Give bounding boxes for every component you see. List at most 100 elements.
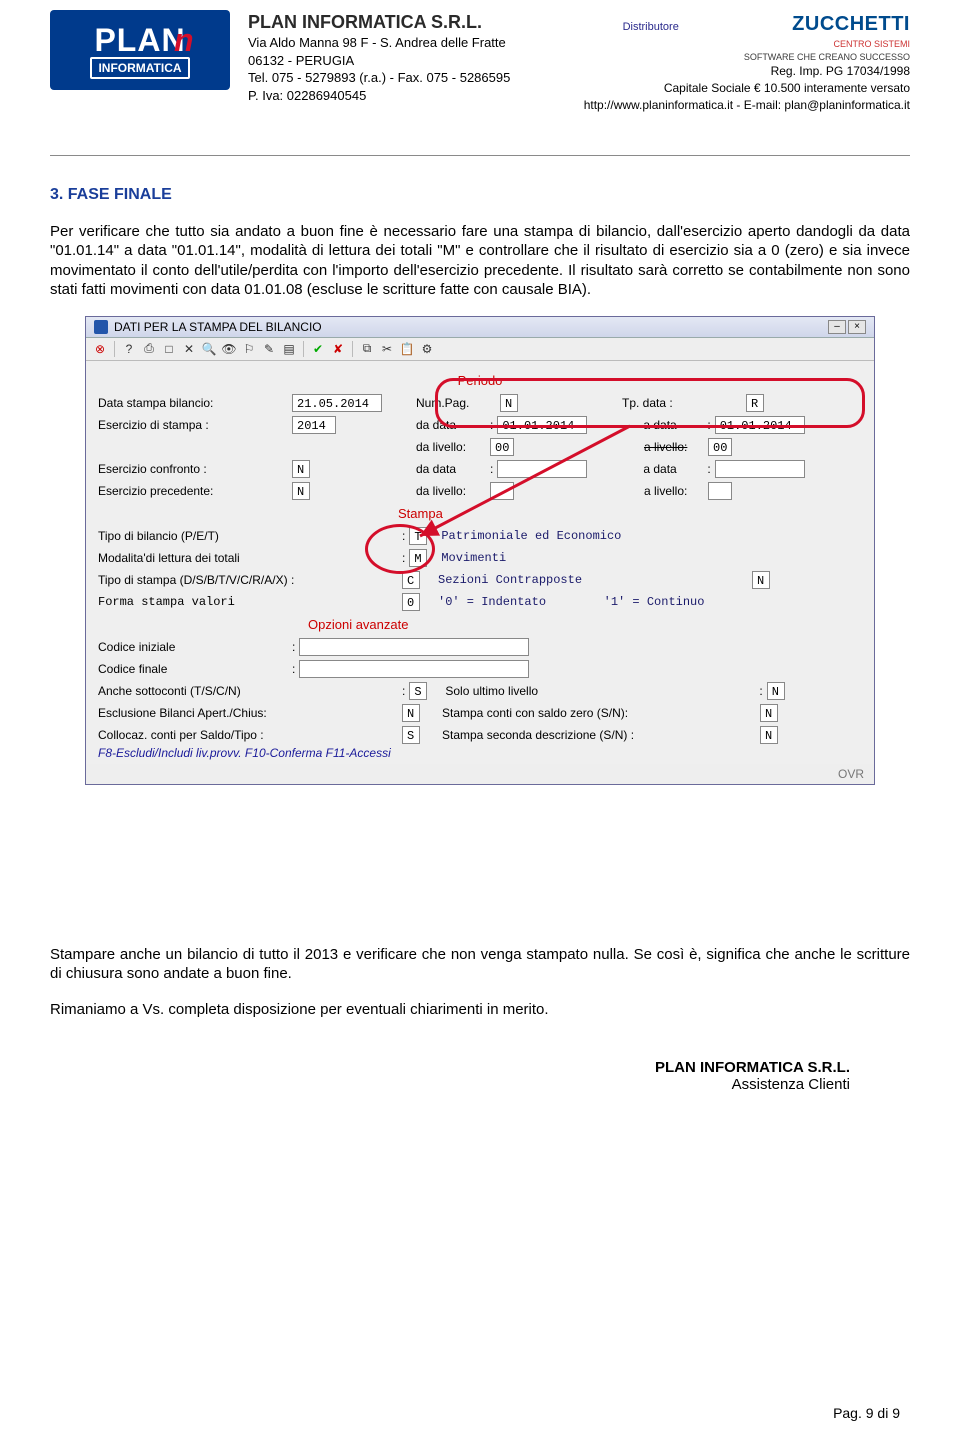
field-dadata2[interactable]	[497, 460, 587, 478]
field-esclusione-n[interactable]: N	[760, 704, 778, 722]
field-sottoconti-n[interactable]: N	[767, 682, 785, 700]
toolbar-help-icon[interactable]: ?	[121, 341, 137, 357]
field-tipo-stampa-n[interactable]: N	[752, 571, 770, 589]
field-alivello[interactable]: 00	[708, 438, 732, 456]
reg-imp: Reg. Imp. PG 17034/1998	[584, 63, 910, 80]
partner-sub2: SOFTWARE CHE CREANO SUCCESSO	[584, 51, 910, 64]
field-dalivello[interactable]: 00	[490, 438, 514, 456]
toolbar-print-icon[interactable]: ⎙	[141, 341, 157, 357]
company-logo: n PLAN INFORMATICA	[50, 10, 230, 90]
paragraph-2: Stampare anche un bilancio di tutto il 2…	[50, 945, 910, 984]
field-tpdata[interactable]: R	[746, 394, 764, 412]
toolbar-copy-icon[interactable]: ⧉	[359, 341, 375, 357]
field-collocaz[interactable]: S	[402, 726, 420, 744]
field-dalivello2[interactable]	[490, 482, 514, 500]
label-adata2: a data	[643, 462, 703, 476]
toolbar-paste-icon[interactable]: 📋	[399, 341, 415, 357]
label-numpag: Num.Pag.	[416, 396, 496, 410]
distributore-label: Distributore	[623, 20, 679, 35]
signature-company: PLAN INFORMATICA S.R.L.	[50, 1059, 850, 1076]
company-name: PLAN INFORMATICA S.R.L.	[248, 10, 584, 34]
field-numpag[interactable]: N	[500, 394, 518, 412]
section-title: 3. FASE FINALE	[50, 186, 910, 204]
company-piva: P. Iva: 02286940545	[248, 87, 584, 105]
field-alivello2[interactable]	[708, 482, 732, 500]
field-adata[interactable]: 01.01.2014	[715, 416, 805, 434]
company-address-2: 06132 - PERUGIA	[248, 52, 584, 70]
field-codice-finale[interactable]	[299, 660, 529, 678]
label-tipo-stampa: Tipo di stampa (D/S/B/T/V/C/R/A/X) :	[98, 573, 398, 587]
toolbar-close-icon[interactable]: ⊗	[92, 341, 108, 357]
desc-esclusione: Stampa conti con saldo zero (S/N):	[442, 706, 756, 720]
logo-swoosh-icon: n	[174, 22, 216, 64]
toolbar-note-icon[interactable]: ▤	[281, 341, 297, 357]
letterhead: n PLAN INFORMATICA PLAN INFORMATICA S.R.…	[50, 10, 910, 115]
toolbar-search-icon[interactable]: 🔍	[201, 341, 217, 357]
header-right: Distributore ZUCCHETTI CENTRO SISTEMI SO…	[584, 10, 910, 114]
company-address-1: Via Aldo Manna 98 F - S. Andrea delle Fr…	[248, 34, 584, 52]
label-tipo-bilancio: Tipo di bilancio (P/E/T)	[98, 529, 398, 543]
partner-logo: ZUCCHETTI	[792, 13, 910, 35]
screenshot-wrapper: DATI PER LA STAMPA DEL BILANCIO – × ⊗ ? …	[50, 316, 910, 785]
function-keys-hint: F8-Escludi/Includi liv.provv. F10-Confer…	[98, 746, 862, 760]
status-ovr: OVR	[86, 764, 874, 784]
app-window: DATI PER LA STAMPA DEL BILANCIO – × ⊗ ? …	[85, 316, 875, 785]
field-tipo-stampa[interactable]: C	[402, 571, 420, 589]
toolbar-confirm-icon[interactable]: ✔	[310, 341, 326, 357]
label-data-stampa: Data stampa bilancio:	[98, 396, 288, 410]
form-area: Periodo Data stampa bilancio: 21.05.2014…	[86, 361, 874, 764]
label-sottoconti: Anche sottoconti (T/S/C/N)	[98, 684, 398, 698]
section-stampa: Stampa	[98, 502, 862, 525]
label-alivello2: a livello:	[644, 484, 704, 498]
label-esclusione: Esclusione Bilanci Apert./Chius:	[98, 706, 398, 720]
header-divider	[50, 155, 910, 156]
field-adata2[interactable]	[715, 460, 805, 478]
toolbar-flag-icon[interactable]: ⚐	[241, 341, 257, 357]
label-precedente: Esercizio precedente:	[98, 484, 288, 498]
toolbar-new-icon[interactable]: □	[161, 341, 177, 357]
toolbar-cut-icon[interactable]: ✂	[379, 341, 395, 357]
toolbar-link-icon[interactable]: ⚙	[419, 341, 435, 357]
label-collocaz: Collocaz. conti per Saldo/Tipo :	[98, 728, 398, 742]
desc-collocaz: Stampa seconda descrizione (S/N) :	[442, 728, 756, 742]
window-title: DATI PER LA STAMPA DEL BILANCIO	[114, 320, 322, 334]
minimize-button[interactable]: –	[828, 320, 846, 334]
field-collocaz-n[interactable]: N	[760, 726, 778, 744]
desc-modalita: Movimenti	[441, 551, 506, 565]
label-adata: a data	[643, 418, 703, 432]
field-esercizio[interactable]: 2014	[292, 416, 336, 434]
field-data-stampa[interactable]: 21.05.2014	[292, 394, 382, 412]
field-dadata[interactable]: 01.01.2014	[497, 416, 587, 434]
toolbar: ⊗ ? ⎙ □ ✕ 🔍 👁 ⚐ ✎ ▤ ✔ ✘ ⧉ ✂ 📋 ⚙	[86, 338, 874, 361]
close-button[interactable]: ×	[848, 320, 866, 334]
label-codice-iniziale: Codice iniziale	[98, 640, 288, 654]
capitale: Capitale Sociale € 10.500 interamente ve…	[584, 80, 910, 97]
field-confronto[interactable]: N	[292, 460, 310, 478]
field-sottoconti[interactable]: S	[409, 682, 427, 700]
page-footer: Pag. 9 di 9	[833, 1405, 900, 1421]
signature-dept: Assistenza Clienti	[50, 1076, 850, 1093]
toolbar-delete-icon[interactable]: ✕	[181, 341, 197, 357]
field-forma[interactable]: 0	[402, 593, 420, 611]
field-esclusione[interactable]: N	[402, 704, 420, 722]
paragraph-3: Rimaniamo a Vs. completa disposizione pe…	[50, 1000, 910, 1020]
label-dadata2: da data	[416, 462, 486, 476]
toolbar-cancel-icon[interactable]: ✘	[330, 341, 346, 357]
company-info: PLAN INFORMATICA S.R.L. Via Aldo Manna 9…	[230, 10, 584, 104]
desc-forma: '0' = Indentato '1' = Continuo	[438, 595, 704, 609]
label-esercizio: Esercizio di stampa :	[98, 418, 288, 432]
toolbar-find-icon[interactable]: 👁	[221, 341, 237, 357]
label-codice-finale: Codice finale	[98, 662, 288, 676]
paragraph-1: Per verificare che tutto sia andato a bu…	[50, 222, 910, 300]
label-forma: Forma stampa valori	[98, 595, 398, 609]
desc-sottoconti: Solo ultimo livello	[445, 684, 755, 698]
field-modalita[interactable]: M	[409, 549, 427, 567]
section-opzioni: Opzioni avanzate	[98, 613, 862, 636]
label-dalivello: da livello:	[416, 440, 486, 454]
label-dalivello2: da livello:	[416, 484, 486, 498]
field-codice-iniziale[interactable]	[299, 638, 529, 656]
toolbar-edit-icon[interactable]: ✎	[261, 341, 277, 357]
field-precedente[interactable]: N	[292, 482, 310, 500]
field-tipo-bilancio[interactable]: T	[409, 527, 427, 545]
window-titlebar: DATI PER LA STAMPA DEL BILANCIO – ×	[86, 317, 874, 338]
